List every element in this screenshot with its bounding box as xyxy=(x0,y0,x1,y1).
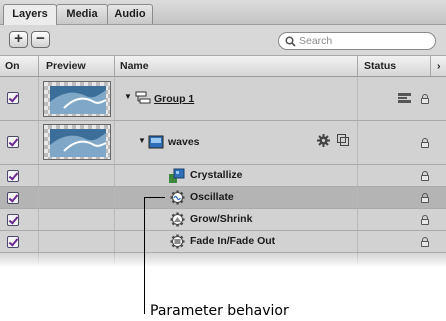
filter-icon xyxy=(169,168,185,183)
layer-row-fade[interactable]: Fade In/Fade Out xyxy=(0,231,446,253)
column-status[interactable]: Status xyxy=(364,60,396,72)
lock-icon[interactable] xyxy=(421,138,429,148)
lock-icon[interactable] xyxy=(421,94,429,104)
disclosure-triangle-icon[interactable]: ▼ xyxy=(138,136,146,145)
column-overflow-icon[interactable]: › xyxy=(437,60,441,72)
column-on[interactable]: On xyxy=(5,60,20,72)
enable-checkbox[interactable] xyxy=(7,236,19,248)
layer-row-crystallize[interactable]: Crystallize xyxy=(0,165,446,187)
behavior-icon xyxy=(170,212,185,227)
tab-bar: Layers Media Audio xyxy=(0,0,446,25)
column-preview[interactable]: Preview xyxy=(46,60,86,72)
tab-audio[interactable]: Audio xyxy=(107,4,153,24)
enable-checkbox[interactable] xyxy=(7,192,19,204)
layer-stack-icon xyxy=(398,93,411,103)
behavior-name[interactable]: Fade In/Fade Out xyxy=(190,235,275,247)
enable-checkbox[interactable] xyxy=(7,214,19,226)
behavior-icon xyxy=(170,234,185,249)
callout-leader-vertical xyxy=(144,197,145,314)
layer-name[interactable]: Group 1 xyxy=(154,93,194,105)
lock-icon[interactable] xyxy=(421,193,429,203)
callout-leader-horizontal xyxy=(144,197,165,198)
behavior-name[interactable]: Oscillate xyxy=(190,191,234,203)
tab-layers[interactable]: Layers xyxy=(3,4,57,25)
lock-icon[interactable] xyxy=(421,237,429,247)
layers-panel: Layers Media Audio + − Search On Preview… xyxy=(0,0,446,266)
enable-checkbox[interactable] xyxy=(7,170,19,182)
layer-row-grow-shrink[interactable]: Grow/Shrink xyxy=(0,209,446,231)
column-name[interactable]: Name xyxy=(120,60,149,72)
layer-name[interactable]: waves xyxy=(168,136,200,148)
layer-row-group[interactable]: ▼ Group 1 xyxy=(0,77,446,121)
gear-icon xyxy=(317,134,330,147)
layer-row-oscillate[interactable]: Oscillate xyxy=(0,187,446,209)
preview-thumbnail xyxy=(43,81,111,117)
disclosure-triangle-icon[interactable]: ▼ xyxy=(124,92,132,101)
panel-fade xyxy=(0,252,446,268)
remove-button[interactable]: − xyxy=(31,31,50,48)
filter-name[interactable]: Crystallize xyxy=(190,169,243,181)
column-header: On Preview Name Status › xyxy=(0,56,446,77)
image-layer-icon xyxy=(148,135,164,149)
layer-row-waves[interactable]: ▼ waves xyxy=(0,121,446,165)
group-icon xyxy=(135,91,151,104)
search-icon xyxy=(285,36,296,47)
search-input[interactable]: Search xyxy=(278,32,436,50)
toolbar: + − Search xyxy=(0,25,446,56)
enable-checkbox[interactable] xyxy=(7,92,19,104)
mask-icon xyxy=(337,134,349,146)
behavior-name[interactable]: Grow/Shrink xyxy=(190,213,252,225)
enable-checkbox[interactable] xyxy=(7,136,19,148)
lock-icon[interactable] xyxy=(421,215,429,225)
search-placeholder: Search xyxy=(299,35,333,47)
callout-label: Parameter behavior xyxy=(150,303,289,319)
lock-icon[interactable] xyxy=(421,171,429,181)
preview-thumbnail xyxy=(43,124,111,160)
parameter-behavior-icon xyxy=(170,190,185,205)
tab-media[interactable]: Media xyxy=(56,4,108,24)
add-button[interactable]: + xyxy=(9,31,28,48)
